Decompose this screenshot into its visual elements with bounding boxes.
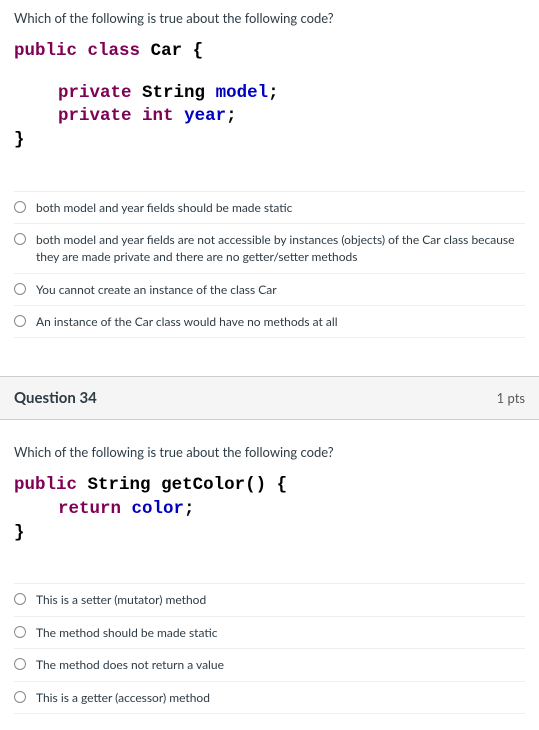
option-text: This is a getter (accessor) method bbox=[36, 689, 210, 706]
question-number: Question 34 bbox=[14, 389, 97, 407]
brace-open: { bbox=[193, 41, 204, 61]
option-row[interactable]: The method should be made static bbox=[14, 617, 525, 649]
semicolon: ; bbox=[268, 83, 279, 103]
keyword-return: return bbox=[58, 499, 121, 519]
code-block: public class Car { private String model;… bbox=[0, 40, 539, 163]
code-line: public class Car { bbox=[14, 40, 525, 64]
code-block: public String getColor() { return color;… bbox=[0, 474, 539, 555]
radio-icon[interactable] bbox=[14, 593, 26, 605]
question-33: Which of the following is true about the… bbox=[0, 0, 539, 354]
option-text: You cannot create an instance of the cla… bbox=[36, 281, 277, 298]
brace-open: { bbox=[277, 475, 288, 495]
option-row[interactable]: both model and year fields are not acces… bbox=[14, 224, 525, 274]
code-line: return color; bbox=[14, 498, 525, 522]
option-row[interactable]: This is a getter (accessor) method bbox=[14, 682, 525, 714]
brace-close: } bbox=[14, 523, 25, 543]
radio-icon[interactable] bbox=[14, 691, 26, 703]
keyword-int: int bbox=[142, 106, 174, 126]
keyword-class: class bbox=[88, 41, 141, 61]
type-string: String bbox=[142, 83, 205, 103]
radio-icon[interactable] bbox=[14, 626, 26, 638]
radio-icon[interactable] bbox=[14, 233, 26, 245]
question-34: Which of the following is true about the… bbox=[0, 420, 539, 729]
method-name: getColor() bbox=[161, 475, 266, 495]
brace-close: } bbox=[14, 130, 25, 150]
type-string: String bbox=[88, 475, 151, 495]
code-line: private String model; bbox=[14, 82, 525, 106]
question-prompt: Which of the following is true about the… bbox=[0, 0, 539, 40]
keyword-public: public bbox=[14, 475, 77, 495]
semicolon: ; bbox=[226, 106, 237, 126]
option-text: both model and year fields should be mad… bbox=[36, 199, 292, 216]
question-header: Question 34 1 pts bbox=[0, 376, 539, 420]
blank-line bbox=[14, 64, 525, 82]
option-row[interactable]: An instance of the Car class would have … bbox=[14, 306, 525, 338]
class-name: Car bbox=[151, 41, 183, 61]
option-text: both model and year fields are not acces… bbox=[36, 231, 525, 266]
option-text: The method does not return a value bbox=[36, 656, 224, 673]
options-list: both model and year fields should be mad… bbox=[0, 181, 539, 343]
option-row[interactable]: You cannot create an instance of the cla… bbox=[14, 274, 525, 306]
options-list: This is a setter (mutator) method The me… bbox=[0, 573, 539, 718]
identifier-model: model bbox=[216, 83, 269, 103]
radio-icon[interactable] bbox=[14, 315, 26, 327]
option-row[interactable]: This is a setter (mutator) method bbox=[14, 583, 525, 616]
keyword-private: private bbox=[58, 83, 132, 103]
semicolon: ; bbox=[184, 499, 195, 519]
code-line: private int year; bbox=[14, 105, 525, 129]
keyword-private: private bbox=[58, 106, 132, 126]
radio-icon[interactable] bbox=[14, 201, 26, 213]
code-line: public String getColor() { bbox=[14, 474, 525, 498]
option-row[interactable]: both model and year fields should be mad… bbox=[14, 191, 525, 224]
option-row[interactable]: The method does not return a value bbox=[14, 649, 525, 681]
option-text: The method should be made static bbox=[36, 624, 217, 641]
question-prompt: Which of the following is true about the… bbox=[0, 434, 539, 474]
identifier-color: color bbox=[132, 499, 185, 519]
radio-icon[interactable] bbox=[14, 283, 26, 295]
question-points: 1 pts bbox=[497, 390, 525, 406]
code-line: } bbox=[14, 522, 525, 546]
option-text: This is a setter (mutator) method bbox=[36, 591, 206, 608]
radio-icon[interactable] bbox=[14, 658, 26, 670]
option-text: An instance of the Car class would have … bbox=[36, 313, 338, 330]
code-line: } bbox=[14, 129, 525, 153]
keyword-public: public bbox=[14, 41, 77, 61]
identifier-year: year bbox=[184, 106, 226, 126]
